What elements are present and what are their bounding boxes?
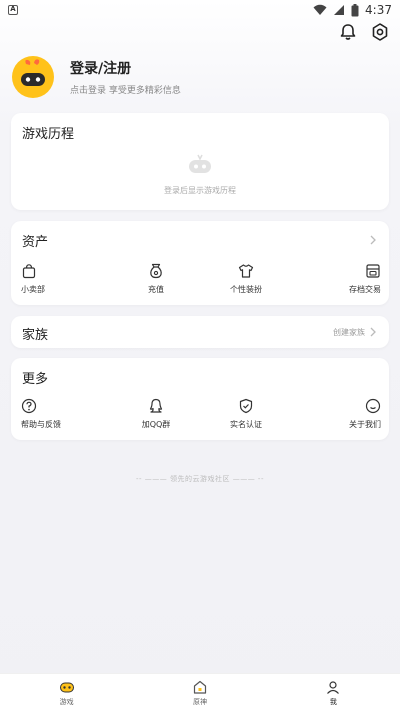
help-feedback-label: 帮助与反馈	[21, 420, 61, 429]
gear-icon[interactable]	[370, 22, 390, 42]
archive-icon	[366, 264, 380, 278]
asset-shop-label: 小卖部	[21, 285, 45, 294]
gamepad-icon	[59, 682, 74, 692]
join-qq-group-label: 加QQ群	[141, 420, 171, 429]
game-history-title: 游戏历程	[22, 127, 75, 142]
game-history-card: 游戏历程 登录后显示游戏历程	[11, 113, 389, 210]
asset-dressup[interactable]: 个性装扮	[201, 263, 291, 295]
asset-recharge-label: 充值	[148, 285, 164, 294]
family-title: 家族	[22, 328, 49, 343]
asset-save-trade[interactable]: 存档交易	[291, 263, 389, 295]
home-icon	[193, 680, 207, 694]
tab-yuanshen-label: 原神	[192, 697, 207, 706]
about-us-label: 关于我们	[349, 420, 381, 429]
tab-games[interactable]: 游戏	[0, 674, 133, 711]
asset-shop[interactable]: 小卖部	[11, 263, 111, 295]
about-icon	[365, 398, 381, 414]
tab-me-label: 我	[329, 697, 337, 706]
tab-me[interactable]: 我	[267, 674, 400, 711]
slogan: -- ——— 领先的云游戏社区 ——— --	[135, 475, 264, 483]
more-card: 更多 帮助与反馈 加QQ群 实名认证 关于我们	[11, 358, 389, 440]
asset-recharge[interactable]: 充值	[111, 263, 201, 295]
battery-icon	[351, 3, 359, 16]
gamepad-placeholder-icon	[189, 154, 211, 173]
tab-games-label: 游戏	[59, 697, 74, 706]
avatar[interactable]	[12, 56, 54, 98]
money-bag-icon	[150, 263, 162, 279]
join-qq-group[interactable]: 加QQ群	[111, 398, 201, 430]
shirt-icon	[238, 264, 254, 278]
status-time: 4:37	[365, 3, 392, 17]
real-name-verification[interactable]: 实名认证	[201, 398, 291, 430]
me-icon	[327, 680, 340, 694]
wifi-icon	[313, 4, 327, 15]
profile-header[interactable]: 登录/注册 点击登录 享受更多精彩信息	[12, 52, 388, 102]
bell-icon[interactable]	[338, 22, 358, 42]
notification-a-icon: A	[8, 5, 18, 15]
real-name-verification-label: 实名认证	[230, 420, 262, 429]
more-title: 更多	[22, 372, 49, 387]
history-empty-text: 登录后显示游戏历程	[164, 186, 236, 195]
bag-icon	[22, 264, 36, 279]
help-feedback[interactable]: 帮助与反馈	[11, 398, 111, 430]
tab-yuanshen[interactable]: 原神	[133, 674, 266, 711]
signal-icon	[334, 5, 345, 15]
history-empty-state: 登录后显示游戏历程	[11, 153, 389, 196]
assets-title: 资产	[22, 235, 49, 250]
asset-dressup-label: 个性装扮	[230, 285, 262, 294]
chevron-right-icon[interactable]	[367, 326, 379, 338]
mascot-icon	[16, 59, 50, 96]
asset-save-trade-label: 存档交易	[349, 285, 381, 294]
assets-card: 资产 小卖部 充值 个性装扮 存档交易	[11, 221, 389, 305]
create-family-link[interactable]: 创建家族	[333, 327, 365, 338]
about-us[interactable]: 关于我们	[291, 398, 389, 430]
family-card[interactable]: 家族 创建家族	[11, 316, 389, 348]
qq-icon	[149, 398, 163, 413]
shield-icon	[239, 398, 253, 414]
login-register-title[interactable]: 登录/注册	[70, 58, 181, 78]
login-subtitle: 点击登录 享受更多精彩信息	[70, 86, 181, 96]
chevron-right-icon[interactable]	[367, 234, 379, 246]
help-icon	[21, 398, 37, 414]
bottom-tab-bar: 游戏 原神 我	[0, 673, 400, 711]
status-bar: A 4:37	[0, 0, 400, 20]
top-toolbar	[338, 22, 390, 42]
